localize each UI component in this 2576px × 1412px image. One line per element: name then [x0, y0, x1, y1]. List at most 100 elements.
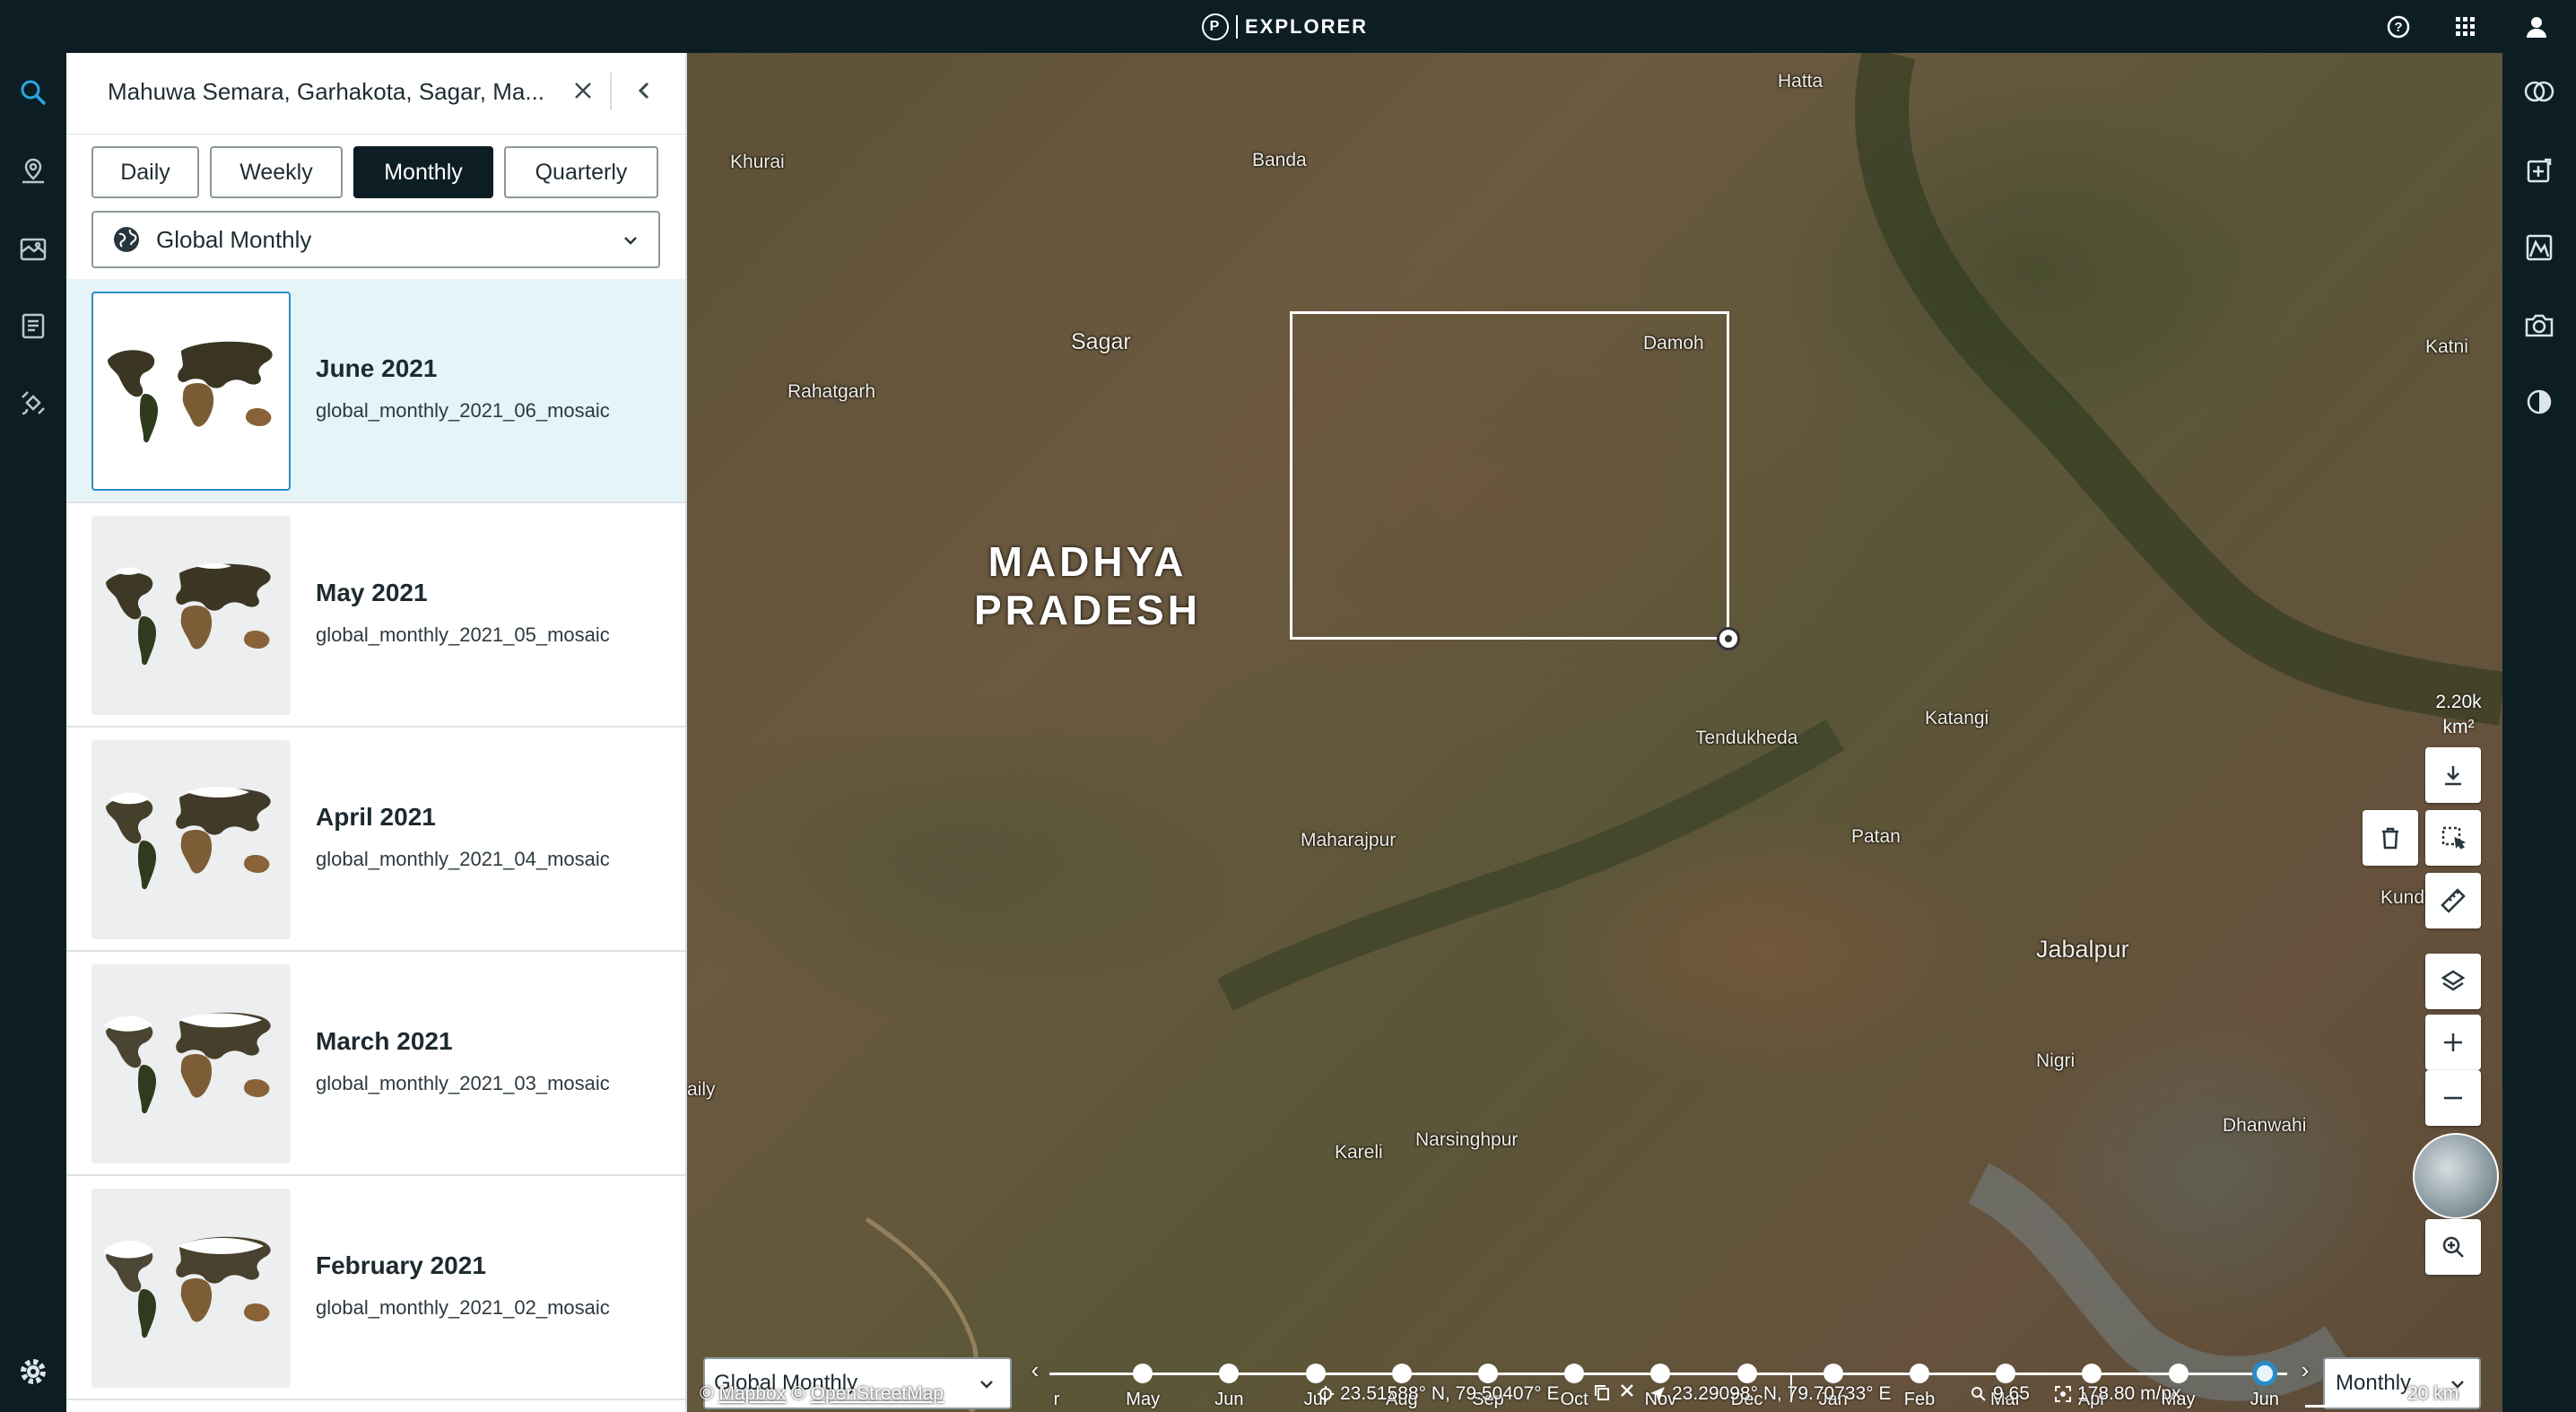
mosaic-series-label: Global Monthly — [156, 225, 312, 253]
map-view-icon[interactable] — [13, 229, 53, 268]
mosaic-series-select[interactable]: Global Monthly — [91, 211, 660, 268]
cursor-coords-value: 23.51588° N, 79.50407° E — [1340, 1383, 1560, 1404]
state-label-line: PRADESH — [974, 587, 1201, 633]
mosaic-thumbnail — [91, 516, 291, 715]
place-label: Nigri — [2036, 1050, 2076, 1071]
state-label: MADHYA PRADESH — [974, 537, 1201, 634]
right-rail — [2502, 53, 2576, 1412]
tab-quarterly[interactable]: Quarterly — [504, 146, 658, 198]
magnifier-icon — [1971, 1387, 1986, 1401]
copyright-symbol: © — [791, 1383, 805, 1404]
place-label: Patan — [1851, 826, 1901, 847]
snapshot-icon[interactable] — [2519, 304, 2560, 345]
place-label: Khurai — [730, 152, 785, 172]
tab-monthly[interactable]: Monthly — [353, 146, 493, 198]
resolution: 178.80 m/px — [2054, 1383, 2181, 1405]
cursor-coordinates: 23.51588° N, 79.50407° E — [1317, 1383, 1559, 1405]
app-title: EXPLORER — [1245, 15, 1369, 38]
add-to-order-icon[interactable] — [2519, 150, 2560, 191]
navigation-arrow-icon — [1650, 1387, 1665, 1401]
apps-grid-icon[interactable] — [2450, 11, 2482, 43]
divider — [610, 73, 612, 110]
list-item[interactable]: February 2021 global_monthly_2021_02_mos… — [66, 1176, 685, 1400]
mosaic-thumbnail — [91, 1189, 291, 1388]
orders-icon[interactable] — [13, 306, 53, 345]
user-icon[interactable] — [2520, 11, 2553, 43]
select-area-icon[interactable] — [2425, 810, 2481, 866]
list-item[interactable]: May 2021 global_monthly_2021_05_mosaic — [66, 503, 685, 728]
scale-bar — [2305, 1405, 2474, 1408]
aoi-resize-handle[interactable] — [1717, 627, 1740, 650]
tab-weekly[interactable]: Weekly — [210, 146, 343, 198]
help-icon[interactable]: ? — [2382, 11, 2415, 43]
status-bar: © Mapbox © OpenStreetMap 23.51588° N, 79… — [687, 1376, 2502, 1412]
place-label: Jabalpur — [2036, 936, 2129, 963]
area-value: 2.20k — [2435, 692, 2482, 712]
place-label: Maharajpur — [1301, 830, 1397, 850]
globe-icon — [111, 224, 142, 255]
tab-daily[interactable]: Daily — [91, 146, 199, 198]
copy-coords-icon[interactable] — [1593, 1383, 1611, 1401]
places-icon[interactable] — [13, 152, 53, 191]
results-panel: Mahuwa Semara, Garhakota, Sagar, Ma... D… — [66, 53, 687, 1412]
osm-link[interactable]: OpenStreetMap — [811, 1383, 944, 1405]
place-label: Narsinghpur — [1415, 1129, 1519, 1150]
settings-icon[interactable] — [13, 1352, 53, 1391]
copyright-symbol: © — [700, 1383, 714, 1404]
top-bar: P EXPLORER ? — [0, 0, 2576, 53]
layers-icon[interactable] — [2425, 954, 2481, 1009]
map-canvas[interactable]: Hatta Khurai Banda Sagar Rahatgarh Damoh… — [687, 53, 2502, 1412]
chevron-down-icon — [617, 227, 644, 254]
mosaic-name: global_monthly_2021_05_mosaic — [316, 623, 610, 646]
search-bar: Mahuwa Semara, Garhakota, Sagar, Ma... — [66, 53, 685, 135]
mosaic-title: April 2021 — [316, 803, 436, 831]
mosaic-name: global_monthly_2021_03_mosaic — [316, 1072, 610, 1094]
mosaic-name: global_monthly_2021_02_mosaic — [316, 1296, 610, 1319]
target-coords-value: 23.29098° N, 79.70733° E — [1672, 1383, 1892, 1404]
place-label: Rahatgarh — [788, 381, 876, 402]
area-of-interest[interactable] — [1290, 311, 1729, 640]
area-unit: km² — [2442, 717, 2475, 737]
analysis-icon[interactable] — [2519, 227, 2560, 268]
zoom-level: 9.65 — [1970, 1383, 2030, 1405]
compare-icon[interactable] — [2519, 71, 2560, 112]
mosaic-title: March 2021 — [316, 1027, 453, 1055]
zoom-in-icon[interactable] — [2425, 1015, 2481, 1070]
mosaic-title: February 2021 — [316, 1251, 486, 1279]
place-label: Tendukheda — [1695, 728, 1798, 748]
mosaic-thumbnail — [91, 740, 291, 939]
mosaic-thumbnail — [91, 292, 291, 491]
list-item[interactable]: March 2021 global_monthly_2021_03_mosaic — [66, 952, 685, 1176]
mosaic-name: global_monthly_2021_04_mosaic — [316, 848, 610, 870]
search-icon[interactable] — [13, 73, 53, 112]
zoom-out-icon[interactable] — [2425, 1070, 2481, 1126]
search-input[interactable]: Mahuwa Semara, Garhakota, Sagar, Ma... — [108, 78, 544, 106]
collapse-panel-icon[interactable] — [626, 73, 662, 109]
clear-search-icon[interactable] — [565, 73, 601, 109]
crosshair-icon — [1318, 1386, 1334, 1402]
close-icon[interactable] — [1620, 1383, 1634, 1398]
mapbox-link[interactable]: Mapbox — [718, 1383, 786, 1405]
terrain-features — [865, 53, 2502, 1412]
place-label: aily — [687, 1079, 716, 1100]
place-label: Banda — [1252, 150, 1307, 170]
place-label: Katangi — [1925, 708, 1989, 728]
list-item[interactable]: June 2021 global_monthly_2021_06_mosaic — [66, 279, 685, 503]
mosaic-title: June 2021 — [316, 354, 438, 382]
measure-icon[interactable] — [2425, 873, 2481, 928]
zoom-value: 9.65 — [1993, 1383, 2030, 1404]
place-label: Kund — [2380, 887, 2425, 908]
brand-separator — [1236, 15, 1238, 39]
list-item[interactable]: April 2021 global_monthly_2021_04_mosaic — [66, 728, 685, 952]
globe-overview-icon[interactable] — [2413, 1133, 2499, 1219]
target-coordinates: 23.29098° N, 79.70733° E — [1649, 1383, 1891, 1405]
area-readout: 2.20k km² — [2427, 690, 2490, 740]
delete-icon[interactable] — [2363, 810, 2418, 866]
download-icon[interactable] — [2425, 747, 2481, 803]
resolution-value: 178.80 m/px — [2077, 1383, 2181, 1404]
app-logo[interactable]: P EXPLORER — [1202, 11, 1368, 43]
zoom-to-fit-icon[interactable] — [2425, 1219, 2481, 1275]
place-label: Hatta — [1778, 71, 1823, 92]
visualization-icon[interactable] — [2519, 381, 2560, 423]
tasking-icon[interactable] — [13, 383, 53, 423]
